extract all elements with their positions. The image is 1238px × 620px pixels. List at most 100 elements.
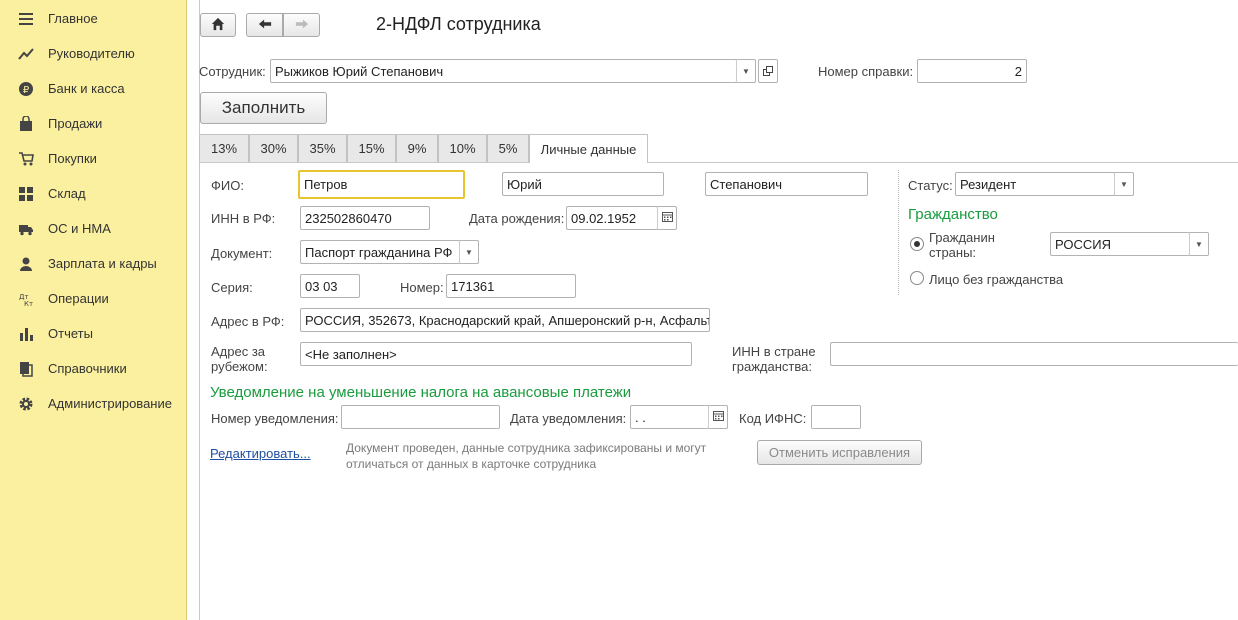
tab-9[interactable]: 9%	[396, 134, 438, 162]
stateless-radio[interactable]	[910, 271, 924, 285]
posted-note-line2: отличаться от данных в карточке сотрудни…	[346, 457, 597, 471]
sidebar-item-label: Справочники	[48, 361, 127, 376]
chevron-down-icon: ▼	[1120, 179, 1128, 189]
notice-header: Уведомление на уменьшение налога на аван…	[210, 384, 632, 401]
notice-number-label: Номер уведомления:	[211, 411, 339, 426]
sidebar-item-reports[interactable]: Отчеты	[0, 316, 187, 351]
chevron-down-icon: ▼	[742, 66, 750, 76]
document-label: Документ:	[211, 246, 273, 261]
document-dropdown-button[interactable]: ▼	[459, 240, 479, 264]
sidebar-item-label: Главное	[48, 11, 98, 26]
sidebar-item-assets[interactable]: ОС и НМА	[0, 211, 187, 246]
sidebar-item-admin[interactable]: Администрирование	[0, 386, 187, 421]
citizen-radio[interactable]	[910, 237, 924, 251]
foreign-address-field[interactable]: <Не заполнен>	[300, 342, 692, 366]
person-icon	[18, 256, 34, 272]
birth-date-field[interactable]: 09.02.1952	[566, 206, 658, 230]
svg-text:Кт: Кт	[24, 300, 33, 307]
chevron-down-icon: ▼	[1195, 239, 1203, 249]
middle-name-field[interactable]: Степанович	[705, 172, 868, 196]
foreign-inn-label-line1: ИНН в стране	[732, 344, 816, 359]
number-field[interactable]: 171361	[446, 274, 576, 298]
birth-date-calendar-button[interactable]	[657, 206, 677, 230]
employee-dropdown-button[interactable]: ▼	[736, 59, 756, 83]
tab-35[interactable]: 35%	[298, 134, 347, 162]
tab-15[interactable]: 15%	[347, 134, 396, 162]
posted-note: Документ проведен, данные сотрудника заф…	[346, 440, 706, 472]
sidebar-item-label: Покупки	[48, 151, 97, 166]
sidebar-item-manager[interactable]: Руководителю	[0, 36, 187, 71]
cancel-corrections-button[interactable]: Отменить исправления	[757, 440, 922, 465]
first-name-field[interactable]: Юрий	[502, 172, 664, 196]
forward-button[interactable]	[283, 13, 320, 37]
open-window-icon	[763, 64, 773, 79]
trend-chart-icon	[18, 46, 34, 62]
notice-date-calendar-button[interactable]	[708, 405, 728, 429]
tabs-divider	[199, 162, 1238, 163]
citizen-label-line2: страны:	[929, 245, 977, 260]
foreign-address-label: Адрес за рубежом:	[211, 344, 268, 374]
document-field[interactable]: Паспорт гражданина РФ	[300, 240, 460, 264]
citizenship-header: Гражданство	[908, 206, 998, 223]
foreign-address-label-line1: Адрес за	[211, 344, 266, 359]
sidebar-item-label: Администрирование	[48, 396, 172, 411]
ruble-coin-icon: ₽	[18, 81, 34, 97]
citizen-label: Гражданин страны:	[929, 230, 995, 260]
inn-field[interactable]: 232502860470	[300, 206, 430, 230]
sidebar-item-label: Склад	[48, 186, 86, 201]
sidebar-item-label: Руководителю	[48, 46, 135, 61]
sidebar-item-main[interactable]: Главное	[0, 1, 187, 36]
sidebar-item-label: Банк и касса	[48, 81, 125, 96]
arrow-left-icon	[258, 18, 272, 33]
cert-number-field[interactable]: 2	[917, 59, 1027, 83]
status-dropdown-button[interactable]: ▼	[1114, 172, 1134, 196]
notice-date-field[interactable]: . .	[630, 405, 709, 429]
ifns-field[interactable]	[811, 405, 861, 429]
books-icon	[18, 361, 34, 377]
tab-13[interactable]: 13%	[199, 134, 249, 162]
status-field[interactable]: Резидент	[955, 172, 1115, 196]
address-field[interactable]: РОССИЯ, 352673, Краснодарский край, Апше…	[300, 308, 710, 332]
sidebar-item-sales[interactable]: Продажи	[0, 106, 187, 141]
cert-number-label: Номер справки:	[818, 64, 914, 79]
shopping-bag-icon	[18, 115, 34, 132]
sidebar-item-warehouse[interactable]: Склад	[0, 176, 187, 211]
calendar-icon	[661, 212, 673, 224]
sidebar-item-purchases[interactable]: Покупки	[0, 141, 187, 176]
cart-icon	[18, 151, 34, 167]
last-name-field[interactable]: Петров	[298, 170, 465, 199]
series-label: Серия:	[211, 280, 253, 295]
sidebar-item-directories[interactable]: Справочники	[0, 351, 187, 386]
dt-kt-icon: Дт Кт	[18, 291, 34, 307]
country-dropdown-button[interactable]: ▼	[1189, 232, 1209, 256]
chevron-down-icon: ▼	[465, 247, 473, 257]
employee-open-button[interactable]	[758, 59, 778, 83]
tab-30[interactable]: 30%	[249, 134, 298, 162]
tab-10[interactable]: 10%	[438, 134, 487, 162]
notice-number-field[interactable]	[341, 405, 500, 429]
sidebar-item-bank[interactable]: ₽ Банк и касса	[0, 71, 187, 106]
ifns-label: Код ИФНС:	[739, 411, 807, 426]
arrow-right-icon	[295, 18, 309, 33]
edit-link[interactable]: Редактировать...	[210, 446, 311, 461]
home-button[interactable]	[200, 13, 236, 37]
back-button[interactable]	[246, 13, 283, 37]
fill-button[interactable]: Заполнить	[200, 92, 327, 124]
sidebar-item-operations[interactable]: Дт Кт Операции	[0, 281, 187, 316]
citizen-label-line1: Гражданин	[929, 230, 995, 245]
bar-chart-icon	[18, 326, 34, 342]
country-field[interactable]: РОССИЯ	[1050, 232, 1190, 256]
fio-label: ФИО:	[211, 178, 244, 193]
sidebar-item-salary[interactable]: Зарплата и кадры	[0, 246, 187, 281]
series-field[interactable]: 03 03	[300, 274, 360, 298]
menu-lines-icon	[18, 11, 34, 27]
sidebar-item-label: Зарплата и кадры	[48, 256, 157, 271]
tab-personal-data[interactable]: Личные данные	[529, 134, 648, 163]
column-separator	[898, 170, 899, 295]
posted-note-line1: Документ проведен, данные сотрудника заф…	[346, 441, 707, 455]
truck-icon	[18, 221, 34, 237]
stateless-label: Лицо без гражданства	[929, 272, 1064, 287]
foreign-inn-field[interactable]	[830, 342, 1238, 366]
employee-field[interactable]: Рыжиков Юрий Степанович	[270, 59, 737, 83]
tab-5[interactable]: 5%	[487, 134, 529, 162]
